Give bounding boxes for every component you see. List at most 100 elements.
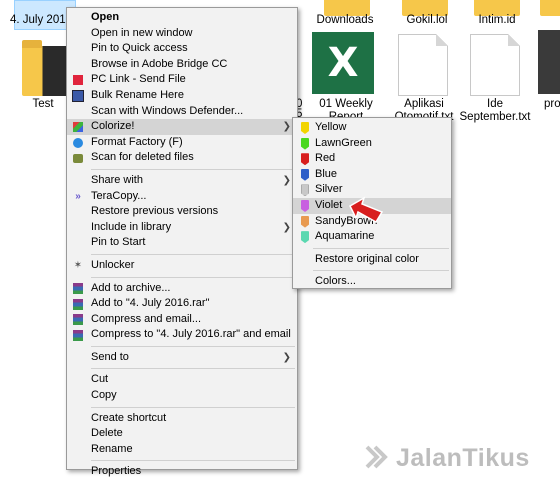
watermark-mark-icon bbox=[364, 444, 390, 470]
menu-delete[interactable]: Delete bbox=[67, 426, 297, 442]
folder-icon bbox=[540, 0, 560, 16]
color-label: Yellow bbox=[315, 121, 347, 133]
menu-label: Browse in Adobe Bridge CC bbox=[91, 57, 228, 70]
pencil-icon bbox=[299, 215, 311, 228]
chevron-right-icon: ❯ bbox=[282, 174, 291, 186]
menu-label: Delete bbox=[91, 427, 123, 440]
menu-open[interactable]: Open bbox=[67, 10, 297, 26]
menu-label: Send to bbox=[91, 350, 129, 363]
excel-letter: X bbox=[327, 40, 359, 86]
folder-4-july-2016[interactable]: 4. July 2016 bbox=[10, 14, 72, 27]
menu-add-archive[interactable]: Add to archive... bbox=[67, 281, 297, 297]
folder-gokil-lol[interactable]: Gokil.lol bbox=[392, 14, 462, 27]
menu-restore-original-color[interactable]: Restore original color bbox=[293, 252, 451, 268]
menu-browse-adobe-bridge[interactable]: Browse in Adobe Bridge CC bbox=[67, 57, 297, 73]
menu-label: PC Link - Send File bbox=[91, 73, 186, 86]
text-file-icon bbox=[398, 34, 448, 96]
menu-label: Include in library bbox=[91, 220, 172, 233]
menu-unlocker[interactable]: ✶ Unlocker bbox=[67, 258, 297, 274]
color-label: Aquamarine bbox=[315, 230, 375, 243]
menu-separator bbox=[91, 368, 295, 370]
folder-label: Downloads bbox=[316, 14, 374, 26]
folder-label: Intim.id bbox=[478, 14, 516, 26]
menu-label: Add to "4. July 2016.rar" bbox=[91, 297, 210, 310]
color-option-red[interactable]: Red bbox=[293, 151, 451, 167]
pencil-icon bbox=[299, 199, 311, 212]
file-partial[interactable]: pro bbox=[544, 98, 560, 111]
colorize-icon bbox=[72, 121, 84, 133]
menu-teracopy[interactable]: » TeraCopy... bbox=[67, 189, 297, 205]
menu-label: Unlocker bbox=[91, 258, 135, 271]
pencil-icon bbox=[299, 122, 311, 134]
winrar-icon bbox=[72, 314, 84, 326]
menu-include-library[interactable]: Include in library ❯ bbox=[67, 220, 297, 236]
menu-label: Properties bbox=[91, 465, 142, 478]
menu-separator bbox=[91, 406, 295, 408]
menu-label: Pin to Quick access bbox=[91, 42, 188, 55]
file-label: pro bbox=[544, 98, 560, 110]
menu-label: Compress and email... bbox=[91, 312, 202, 325]
color-label: Silver bbox=[315, 183, 343, 196]
menu-label: TeraCopy... bbox=[91, 189, 147, 202]
folder-label: Test bbox=[32, 98, 54, 110]
bulk-rename-icon bbox=[72, 89, 84, 102]
menu-format-factory[interactable]: Format Factory (F) bbox=[67, 135, 297, 151]
menu-add-to-rar[interactable]: Add to "4. July 2016.rar" bbox=[67, 296, 297, 312]
menu-properties[interactable]: Properties bbox=[67, 464, 297, 480]
winrar-icon bbox=[72, 298, 84, 310]
menu-pin-quick-access[interactable]: Pin to Quick access bbox=[67, 41, 297, 57]
menu-compress-rar-email[interactable]: Compress to "4. July 2016.rar" and email bbox=[67, 327, 297, 343]
menu-label: Copy bbox=[91, 389, 117, 402]
menu-cut[interactable]: Cut bbox=[67, 372, 297, 388]
menu-share-with[interactable]: Share with ❯ bbox=[67, 173, 297, 189]
menu-compress-email[interactable]: Compress and email... bbox=[67, 312, 297, 328]
menu-copy[interactable]: Copy bbox=[67, 388, 297, 404]
watermark-logo: JalanTikus bbox=[364, 444, 530, 473]
folder-test[interactable]: Test bbox=[18, 98, 68, 111]
folder-intim-id[interactable]: Intim.id bbox=[466, 14, 528, 27]
color-label: Red bbox=[315, 152, 336, 165]
menu-colors-more[interactable]: Colors... bbox=[293, 274, 451, 290]
menu-scan-defender[interactable]: Scan with Windows Defender... bbox=[67, 104, 297, 120]
menu-label: Restore previous versions bbox=[91, 205, 219, 218]
menu-bulk-rename[interactable]: Bulk Rename Here bbox=[67, 88, 297, 104]
menu-create-shortcut[interactable]: Create shortcut bbox=[67, 411, 297, 427]
winrar-icon bbox=[72, 283, 84, 295]
menu-pc-link-send[interactable]: PC Link - Send File bbox=[67, 72, 297, 88]
red-arrow-icon bbox=[349, 196, 384, 224]
excel-file-icon: X bbox=[312, 32, 374, 94]
recovery-icon bbox=[72, 152, 84, 164]
menu-label: Scan with Windows Defender... bbox=[91, 104, 244, 117]
chevron-right-icon: ❯ bbox=[282, 351, 291, 363]
pc-link-icon bbox=[72, 74, 84, 86]
file-label: Ide September.txt bbox=[459, 98, 531, 123]
menu-rename[interactable]: Rename bbox=[67, 442, 297, 458]
chevron-right-icon: ❯ bbox=[282, 221, 291, 233]
magic-wand-icon: ✶ bbox=[73, 259, 83, 271]
menu-label: Add to archive... bbox=[91, 281, 171, 294]
color-option-aquamarine[interactable]: Aquamarine bbox=[293, 229, 451, 245]
image-file-icon bbox=[538, 30, 560, 94]
pencil-icon bbox=[299, 168, 311, 181]
color-option-lawngreen[interactable]: LawnGreen bbox=[293, 136, 451, 152]
menu-label: Pin to Start bbox=[91, 236, 146, 249]
menu-send-to[interactable]: Send to ❯ bbox=[67, 350, 297, 366]
menu-label: Bulk Rename Here bbox=[91, 88, 184, 101]
file-ide-september[interactable]: Ide September.txt bbox=[456, 98, 534, 124]
color-option-yellow[interactable]: Yellow bbox=[293, 120, 451, 136]
file-explorer-view: 4. July 2016 Test Downloads Gokil.lol In… bbox=[0, 0, 560, 483]
color-option-blue[interactable]: Blue bbox=[293, 167, 451, 183]
context-menu: Open Open in new window Pin to Quick acc… bbox=[66, 7, 298, 477]
menu-pin-start[interactable]: Pin to Start bbox=[67, 235, 297, 251]
pencil-icon bbox=[299, 231, 311, 244]
folder-label: Gokil.lol bbox=[406, 14, 448, 26]
menu-label: Restore original color bbox=[315, 252, 419, 265]
menu-restore-versions[interactable]: Restore previous versions bbox=[67, 204, 297, 220]
menu-label: Scan for deleted files bbox=[91, 151, 194, 164]
watermark-text: JalanTikus bbox=[396, 444, 530, 472]
folder-downloads[interactable]: Downloads bbox=[310, 14, 380, 27]
menu-open-new-window[interactable]: Open in new window bbox=[67, 26, 297, 42]
pencil-icon bbox=[299, 153, 311, 166]
menu-colorize[interactable]: Colorize! ❯ bbox=[67, 119, 297, 135]
menu-scan-deleted[interactable]: Scan for deleted files bbox=[67, 150, 297, 166]
